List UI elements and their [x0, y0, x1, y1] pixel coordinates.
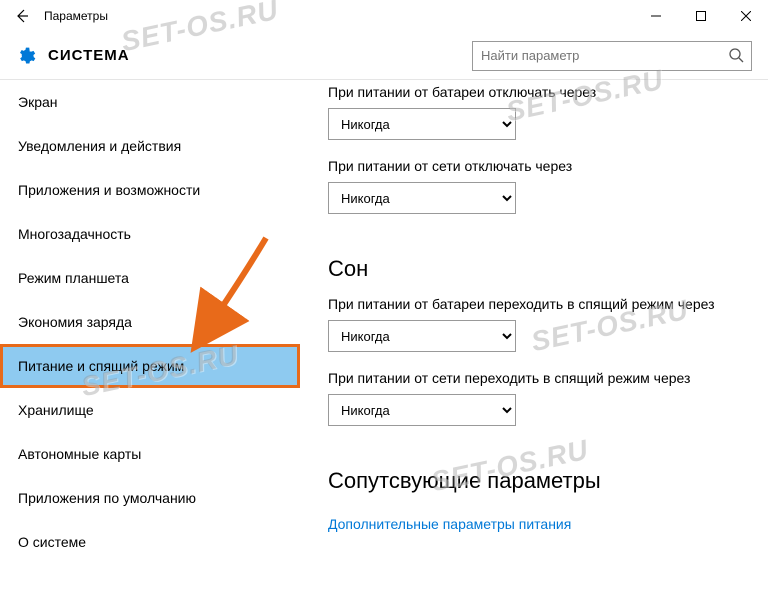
search-icon [728, 47, 746, 65]
screen-off-battery-select[interactable]: Никогда [328, 108, 516, 140]
related-heading: Сопутсвующие параметры [328, 468, 740, 494]
additional-power-link[interactable]: Дополнительные параметры питания [328, 516, 571, 532]
sleep-battery-label: При питании от батареи переходить в спящ… [328, 296, 740, 312]
screen-off-ac-label: При питании от сети отключать через [328, 158, 740, 174]
screen-off-battery-label: При питании от батареи отключать через [328, 84, 740, 100]
sidebar-item-notifications[interactable]: Уведомления и действия [0, 124, 300, 168]
sidebar-item-apps[interactable]: Приложения и возможности [0, 168, 300, 212]
sidebar-item-multitasking[interactable]: Многозадачность [0, 212, 300, 256]
screen-off-ac-select[interactable]: Никогда [328, 182, 516, 214]
sidebar-item-default-apps[interactable]: Приложения по умолчанию [0, 476, 300, 520]
content-panel: При питании от батареи отключать через Н… [300, 80, 768, 605]
gear-icon [16, 46, 36, 66]
sleep-ac-select[interactable]: Никогда [328, 394, 516, 426]
sidebar-item-about[interactable]: О системе [0, 520, 300, 564]
maximize-button[interactable] [678, 0, 723, 32]
sidebar-item-offline-maps[interactable]: Автономные карты [0, 432, 300, 476]
sleep-heading: Сон [328, 256, 740, 282]
sidebar-item-tablet-mode[interactable]: Режим планшета [0, 256, 300, 300]
sidebar-item-display[interactable]: Экран [0, 80, 300, 124]
sidebar-item-storage[interactable]: Хранилище [0, 388, 300, 432]
back-button[interactable] [8, 2, 36, 30]
search-input[interactable] [472, 41, 752, 71]
sidebar-item-battery-saver[interactable]: Экономия заряда [0, 300, 300, 344]
page-heading: СИСТЕМА [48, 47, 130, 64]
sidebar: Экран Уведомления и действия Приложения … [0, 80, 300, 605]
close-button[interactable] [723, 0, 768, 32]
sidebar-item-power-sleep[interactable]: Питание и спящий режим [0, 344, 300, 388]
window-title: Параметры [44, 9, 108, 23]
sleep-battery-select[interactable]: Никогда [328, 320, 516, 352]
sleep-ac-label: При питании от сети переходить в спящий … [328, 370, 740, 386]
minimize-button[interactable] [633, 0, 678, 32]
